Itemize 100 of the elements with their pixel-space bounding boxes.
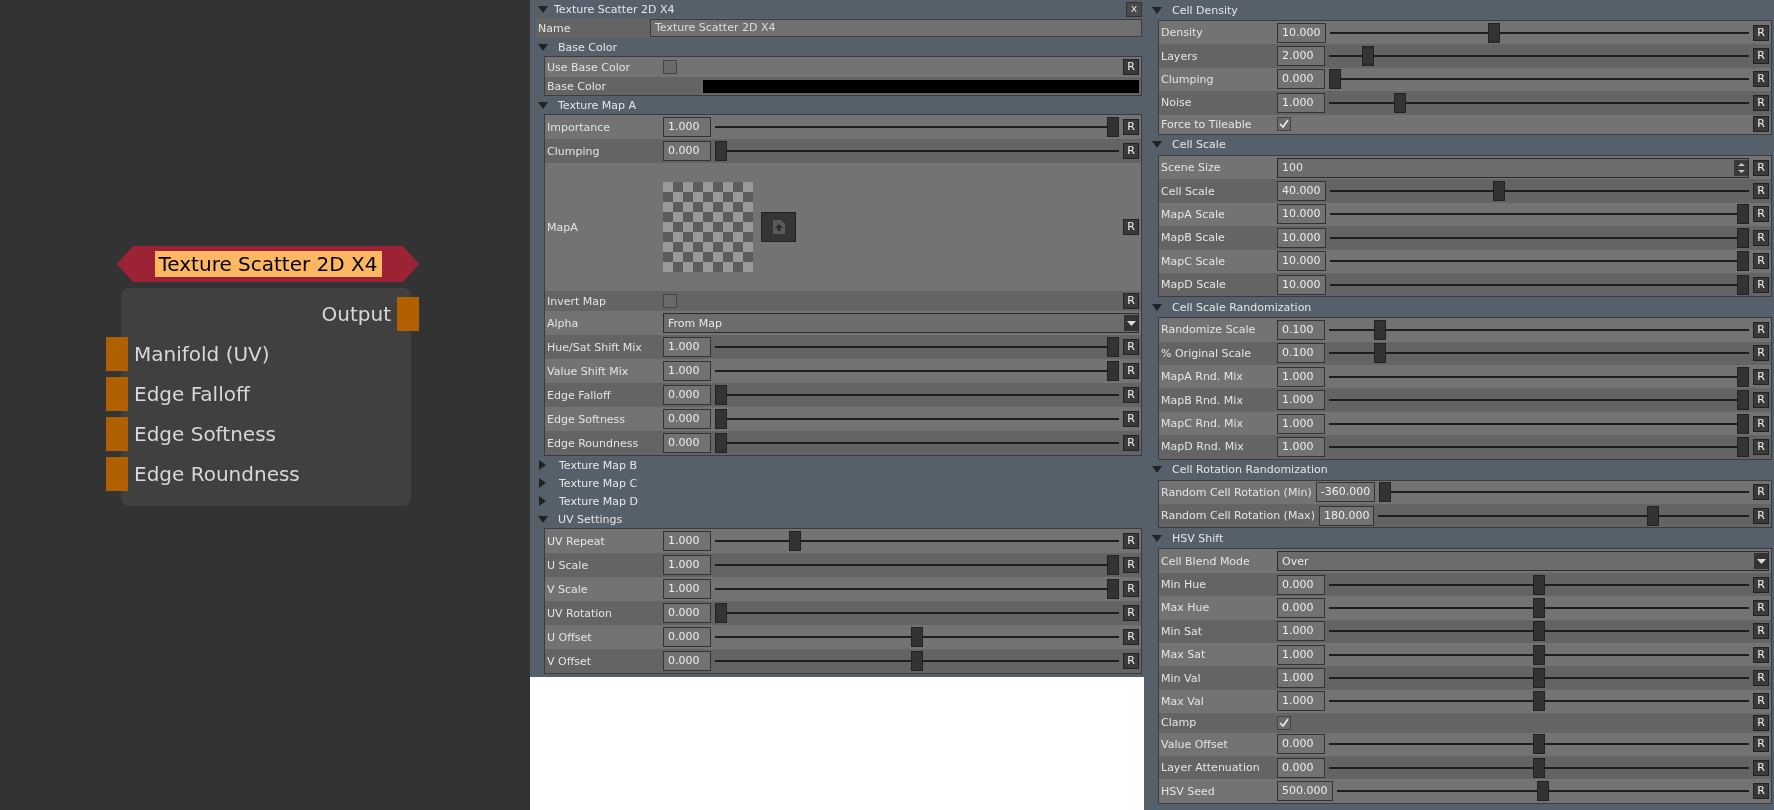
slider-thumb[interactable] (1533, 668, 1545, 689)
reset-button[interactable]: R (1123, 581, 1139, 597)
slider[interactable] (1329, 226, 1749, 249)
reset-button[interactable]: R (1753, 576, 1769, 593)
dropdown[interactable]: From Map (663, 313, 1139, 333)
reset-button[interactable]: R (1123, 435, 1139, 451)
value-field[interactable]: 2.000 (1277, 46, 1325, 67)
reset-button[interactable]: R (1753, 183, 1769, 200)
section-header[interactable]: Cell Rotation Randomization (1148, 459, 1772, 480)
slider[interactable] (715, 530, 1119, 552)
reset-button[interactable]: R (1753, 438, 1769, 455)
slider-thumb[interactable] (715, 409, 727, 429)
reset-button[interactable]: R (1753, 206, 1769, 223)
slider[interactable] (1329, 596, 1749, 619)
section-header[interactable]: Texture Map D (534, 492, 1142, 510)
reset-button[interactable]: R (1123, 411, 1139, 427)
slider-thumb[interactable] (1737, 274, 1749, 295)
slider-thumb[interactable] (1737, 227, 1749, 248)
slider-thumb[interactable] (1533, 621, 1545, 642)
slider[interactable] (1329, 733, 1749, 756)
reset-button[interactable]: R (1753, 253, 1769, 270)
slider[interactable] (1329, 412, 1749, 435)
slider[interactable] (1329, 250, 1749, 273)
section-header[interactable]: Cell Scale (1148, 134, 1772, 155)
expand-triangle-icon[interactable] (539, 460, 546, 470)
value-field[interactable]: 1.000 (1277, 92, 1325, 113)
input-port[interactable] (106, 417, 128, 451)
slider-thumb[interactable] (1737, 251, 1749, 272)
node-header[interactable]: Texture Scatter 2D X4 (117, 246, 419, 282)
slider[interactable] (1336, 780, 1749, 802)
section-header[interactable]: Texture Map C (534, 474, 1142, 492)
reset-button[interactable]: R (1753, 276, 1769, 293)
slider[interactable] (1378, 504, 1749, 527)
expand-triangle-icon[interactable] (538, 43, 548, 51)
reset-button[interactable]: R (1753, 71, 1769, 88)
slider-thumb[interactable] (1647, 505, 1660, 526)
slider[interactable] (1329, 342, 1749, 365)
slider[interactable] (715, 116, 1119, 138)
slider-thumb[interactable] (1329, 69, 1341, 90)
reset-button[interactable]: R (1753, 322, 1769, 338)
value-field[interactable]: 40.000 (1277, 181, 1326, 202)
slider[interactable] (715, 336, 1119, 358)
slider-thumb[interactable] (1737, 390, 1749, 411)
value-field[interactable]: 0.000 (1277, 69, 1325, 90)
reset-button[interactable]: R (1753, 368, 1769, 385)
value-field[interactable]: 180.000 (1318, 505, 1375, 526)
slider-thumb[interactable] (715, 385, 727, 405)
input-port[interactable] (106, 377, 128, 411)
slider[interactable] (1329, 273, 1749, 296)
value-field[interactable]: 1.000 (1277, 413, 1325, 434)
reset-button[interactable]: R (1753, 670, 1769, 687)
slider-thumb[interactable] (1488, 22, 1501, 43)
slider-thumb[interactable] (1492, 181, 1505, 202)
slider-thumb[interactable] (1107, 117, 1119, 137)
value-field[interactable]: 0.000 (1277, 597, 1325, 618)
checkbox[interactable] (663, 294, 677, 308)
expand-triangle-icon[interactable] (538, 515, 548, 523)
slider-thumb[interactable] (1533, 644, 1545, 665)
value-field[interactable]: 0.000 (1277, 734, 1325, 755)
value-field[interactable]: 1.000 (1277, 390, 1325, 411)
reset-button[interactable]: R (1753, 415, 1769, 432)
slider-thumb[interactable] (1533, 691, 1545, 712)
value-field[interactable]: 1.000 (663, 555, 711, 575)
section-header[interactable]: Cell Scale Randomization (1148, 297, 1772, 318)
expand-triangle-icon[interactable] (1152, 6, 1162, 14)
checkbox[interactable] (663, 60, 677, 74)
section-header[interactable]: Cell Density (1148, 0, 1772, 20)
slider-thumb[interactable] (1107, 579, 1119, 599)
reset-button[interactable]: R (1753, 392, 1769, 409)
slider[interactable] (1329, 573, 1749, 596)
slider-thumb[interactable] (1361, 46, 1374, 67)
reset-button[interactable]: R (1753, 94, 1769, 111)
slider-thumb[interactable] (789, 531, 802, 551)
reset-button[interactable]: R (1123, 557, 1139, 573)
reset-button[interactable]: R (1753, 759, 1769, 776)
value-field[interactable]: 1.000 (663, 579, 711, 599)
slider[interactable] (715, 432, 1119, 454)
slider-thumb[interactable] (1379, 482, 1392, 503)
reset-button[interactable]: R (1123, 219, 1139, 235)
expand-triangle-icon[interactable] (1152, 466, 1162, 474)
expand-triangle-icon[interactable] (539, 478, 546, 488)
input-port[interactable] (106, 457, 128, 491)
reset-button[interactable]: R (1123, 143, 1139, 159)
value-field[interactable]: 0.000 (663, 385, 711, 405)
slider-thumb[interactable] (1533, 734, 1545, 755)
value-field[interactable]: 0.000 (663, 603, 711, 623)
slider-thumb[interactable] (1533, 574, 1545, 595)
value-field[interactable]: -360.000 (1315, 482, 1376, 503)
reset-button[interactable]: R (1753, 484, 1769, 501)
checkbox[interactable] (1277, 117, 1291, 132)
reset-button[interactable]: R (1123, 387, 1139, 403)
value-field[interactable]: 10.000 (1277, 22, 1326, 43)
reset-button[interactable]: R (1123, 629, 1139, 645)
value-field[interactable]: 0.100 (1277, 343, 1325, 364)
value-field[interactable]: 1.000 (1277, 668, 1325, 689)
slider[interactable] (1329, 180, 1749, 203)
reset-button[interactable]: R (1753, 159, 1769, 176)
value-field[interactable]: 10.000 (1277, 227, 1326, 248)
name-field[interactable]: Texture Scatter 2D X4 (650, 19, 1142, 37)
slider-thumb[interactable] (1737, 413, 1749, 434)
